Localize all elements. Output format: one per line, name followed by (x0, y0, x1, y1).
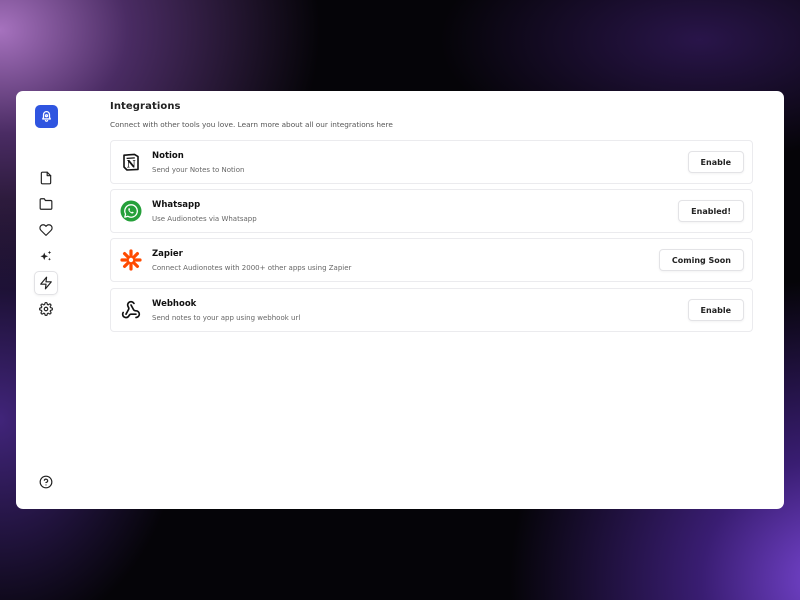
help-button[interactable] (34, 470, 58, 494)
integration-description: Send your Notes to Notion (152, 166, 245, 174)
heart-icon (39, 224, 53, 236)
sidebar (16, 91, 80, 509)
gear-icon (39, 302, 53, 316)
integration-card-whatsapp: Whatsapp Use Audionotes via Whatsapp Ena… (110, 189, 753, 233)
whatsapp-icon (120, 200, 142, 222)
notion-icon: N (120, 151, 142, 173)
app-window: Integrations Connect with other tools yo… (16, 91, 784, 509)
integration-name: Notion (152, 151, 184, 161)
sidebar-item-folders[interactable] (34, 192, 58, 216)
sidebar-item-integrations[interactable] (34, 271, 58, 295)
integration-name: Whatsapp (152, 200, 201, 210)
zapier-coming-soon-button[interactable]: Coming Soon (658, 249, 744, 271)
integration-card-zapier: Zapier Connect Audionotes with 2000+ oth… (110, 238, 753, 282)
whatsapp-enabled-button[interactable]: Enabled! (678, 200, 744, 222)
sidebar-item-settings[interactable] (34, 297, 58, 321)
svg-text:N: N (127, 160, 136, 171)
sidebar-item-favorites[interactable] (34, 218, 58, 242)
sidebar-item-ai[interactable] (34, 244, 58, 268)
app-logo[interactable] (35, 105, 58, 128)
page-subtitle: Connect with other tools you love. Learn… (110, 120, 393, 129)
sparkles-icon (40, 250, 52, 261)
integration-card-webhook: Webhook Send notes to your app using web… (110, 288, 753, 332)
integration-description: Send notes to your app using webhook url (152, 314, 301, 322)
integration-description: Use Audionotes via Whatsapp (152, 215, 257, 223)
page-title: Integrations (110, 101, 181, 112)
file-icon (40, 171, 52, 185)
folder-icon (39, 198, 53, 210)
help-circle-icon (39, 475, 53, 489)
zapier-icon (120, 249, 142, 271)
bell-icon (42, 110, 51, 122)
integration-description: Connect Audionotes with 2000+ other apps… (152, 264, 352, 272)
sidebar-item-notes[interactable] (34, 166, 58, 190)
enable-notion-button[interactable]: Enable (687, 151, 744, 173)
integration-card-notion: N Notion Send your Notes to Notion Enabl… (110, 140, 753, 184)
webhook-icon (120, 299, 142, 321)
enable-webhook-button[interactable]: Enable (687, 299, 744, 321)
lightning-icon (40, 276, 52, 290)
integration-name: Webhook (152, 299, 197, 309)
integration-name: Zapier (152, 249, 183, 259)
